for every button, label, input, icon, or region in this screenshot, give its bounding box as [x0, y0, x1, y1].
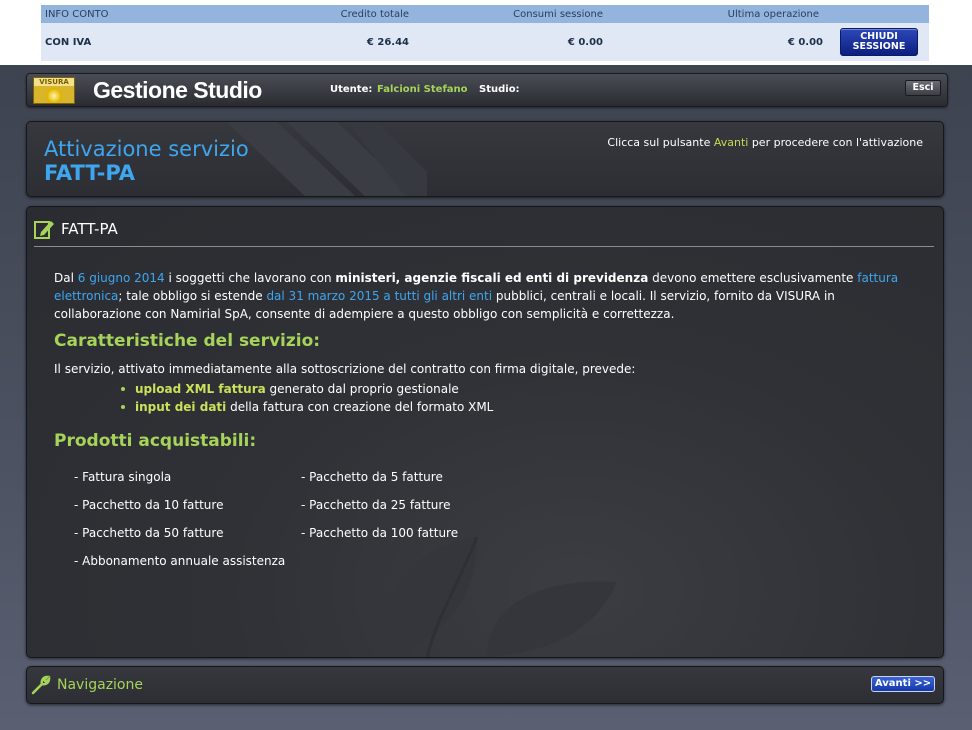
header-consumi-sessione: Consumi sessione [513, 8, 603, 20]
features-list: upload XML fattura generato dal proprio … [119, 380, 493, 416]
navigation-header: Navigazione [31, 675, 143, 695]
account-header-row: INFO CONTO Credito totale Consumi sessio… [41, 5, 929, 23]
section-header: FATT-PA [33, 217, 118, 241]
hint-avanti: Avanti [713, 136, 749, 149]
list-item: - Pacchetto da 10 fatture [74, 498, 224, 512]
features-intro: Il servizio, attivato immediatamente all… [54, 362, 636, 376]
visura-logo: VISURA [33, 77, 75, 104]
activation-title: Attivazione servizio [44, 137, 249, 161]
header-credito-totale: Credito totale [340, 8, 409, 20]
app-header: VISURA Gestione Studio Utente: Falcioni … [26, 73, 948, 107]
intro-paragraph: Dal 6 giugno 2014 i soggetti che lavoran… [54, 271, 899, 321]
credito-value: € 26.44 [366, 36, 409, 48]
list-item: - Pacchetto da 100 fatture [301, 526, 459, 540]
close-session-button[interactable]: CHIUDI SESSIONE [840, 28, 918, 56]
sun-icon [46, 88, 62, 103]
bullet-icon [121, 387, 125, 391]
navigation-panel: Navigazione Avanti >> [26, 666, 944, 704]
activation-subtitle: FATT-PA [44, 161, 136, 185]
bullet-icon [121, 405, 125, 409]
header-info-conto: INFO CONTO [45, 8, 109, 20]
edit-document-icon [34, 221, 54, 239]
user-label: Utente: [330, 84, 373, 95]
list-item: - Fattura singola [74, 470, 172, 484]
activation-panel: Attivazione servizio FATT-PA Clicca sul … [26, 121, 944, 197]
content-panel: FATT-PA Dal 6 giugno 2014 i soggetti che… [26, 206, 944, 658]
consumi-value: € 0.00 [567, 36, 603, 48]
list-item: - Abbonamento annuale assistenza [74, 554, 286, 568]
list-item: input dei dati della fattura con creazio… [119, 398, 493, 416]
account-values-row: CON IVA € 26.44 € 0.00 € 0.00 CHIUDI SES… [41, 23, 929, 61]
row-label: CON IVA [45, 36, 92, 48]
list-item: - Pacchetto da 5 fatture [301, 470, 443, 484]
navigation-title: Navigazione [57, 677, 143, 693]
list-item: - Pacchetto da 25 fatture [301, 498, 451, 512]
header-ultima-operazione: Ultima operazione [727, 8, 819, 20]
studio-label: Studio: [479, 84, 520, 95]
wrench-icon [31, 675, 51, 695]
account-info-bar: INFO CONTO Credito totale Consumi sessio… [41, 5, 929, 61]
section-title: FATT-PA [61, 220, 118, 238]
features-title: Caratteristiche del servizio: [54, 331, 321, 351]
ultima-value: € 0.00 [787, 36, 823, 48]
user-value: Falcioni Stefano [377, 84, 468, 95]
list-item: - Pacchetto da 50 fatture [74, 526, 224, 540]
products-title: Prodotti acquistabili: [54, 431, 257, 451]
list-item: upload XML fattura generato dal proprio … [119, 380, 493, 398]
date-extension-text: dal 31 marzo 2015 a tutti gli altri enti [266, 289, 493, 303]
logout-button[interactable]: Esci [905, 80, 941, 96]
divider [34, 246, 934, 247]
date-highlight: 6 giugno 2014 [77, 271, 165, 285]
next-button[interactable]: Avanti >> [871, 676, 935, 692]
app-title: Gestione Studio [93, 77, 262, 103]
activation-hint: Clicca sul pulsante Avanti per procedere… [607, 136, 923, 149]
